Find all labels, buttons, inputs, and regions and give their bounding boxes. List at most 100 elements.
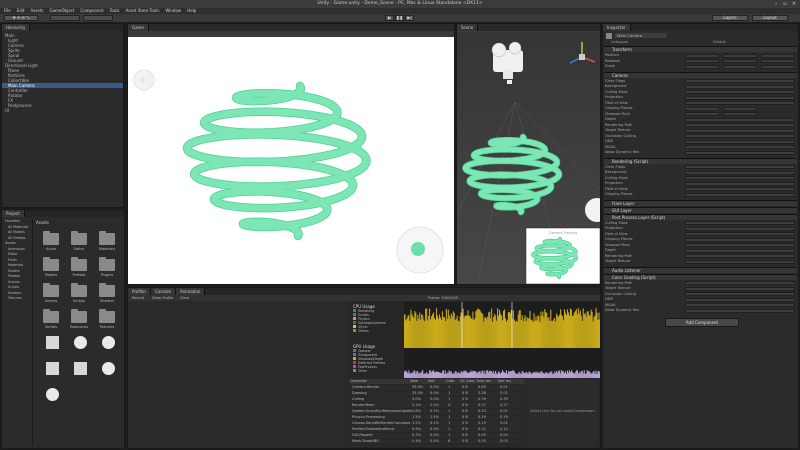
legend-swatch[interactable] [353, 325, 356, 328]
property-field[interactable] [723, 106, 757, 111]
document-icon[interactable] [46, 336, 59, 349]
property-field[interactable] [685, 170, 795, 175]
property-field[interactable] [685, 259, 795, 264]
tab-scene[interactable]: Scene [457, 24, 479, 31]
transform-tools[interactable]: ✥ ✛ ⟳ ⤡ [4, 15, 38, 21]
play-button[interactable]: ▶ [385, 15, 394, 21]
property-field[interactable] [685, 84, 795, 89]
tab-animation[interactable]: Animation [175, 288, 206, 295]
tab-hierarchy[interactable]: Hierarchy [2, 24, 31, 31]
folder-icon[interactable] [99, 231, 115, 245]
property-field[interactable] [685, 134, 795, 138]
component-header[interactable]: Transform [604, 46, 797, 52]
folder-icon[interactable] [99, 283, 115, 297]
layout-dropdown[interactable]: Layout [752, 15, 788, 21]
tab-profiler[interactable]: Profiler [128, 288, 152, 295]
folder-icon[interactable] [43, 309, 59, 323]
property-field[interactable] [685, 281, 795, 285]
project-tree-item[interactable]: Textures [4, 296, 32, 302]
step-button[interactable]: ▶| [405, 15, 414, 21]
property-field[interactable] [685, 187, 795, 191]
property-field[interactable] [685, 128, 795, 133]
maximize-icon[interactable]: ▫ [781, 1, 789, 7]
cpu-graph[interactable] [404, 302, 600, 348]
legend-swatch[interactable] [353, 329, 356, 332]
legend-swatch[interactable] [353, 357, 356, 360]
menu-item-component[interactable]: Component [80, 8, 103, 13]
property-field[interactable] [685, 59, 719, 63]
hierarchy-item[interactable]: UI [2, 108, 123, 113]
pause-button[interactable]: ❚❚ [395, 15, 404, 21]
property-field[interactable] [685, 248, 795, 253]
property-field[interactable] [761, 64, 795, 69]
component-header[interactable]: Camera [604, 71, 797, 78]
property-field[interactable] [685, 297, 795, 302]
component-header[interactable]: Flare Layer [604, 199, 797, 206]
layers-dropdown[interactable]: Layers [712, 15, 748, 21]
menu-item-gameobject[interactable]: GameObject [49, 8, 74, 13]
tag-field[interactable]: Untagged [611, 40, 628, 44]
column-header[interactable]: Self ms [498, 379, 520, 384]
property-field[interactable] [685, 237, 795, 242]
pivot-toggle[interactable] [50, 15, 80, 21]
folder-icon[interactable] [99, 309, 115, 323]
tab-inspector[interactable]: Inspector [603, 24, 631, 31]
column-header[interactable]: Self [428, 379, 446, 384]
legend-swatch[interactable] [353, 309, 356, 312]
global-toggle[interactable] [83, 15, 113, 21]
property-field[interactable] [685, 192, 795, 197]
tab-project[interactable]: Project [2, 210, 25, 217]
property-field[interactable] [685, 64, 719, 69]
menu-item-asset-store-tools[interactable]: Asset Store Tools [126, 8, 160, 13]
property-field[interactable] [723, 53, 757, 58]
folder-icon[interactable] [43, 283, 59, 297]
component-header[interactable]: Post Process Layer (Script) [604, 213, 797, 220]
unity-asset-icon[interactable] [46, 388, 59, 401]
legend-swatch[interactable] [353, 369, 356, 372]
table-row[interactable]: Mesh.DrawVBO 0.4% 0.4% 8 0 B 0.05 0.05 [350, 439, 525, 445]
property-field[interactable] [761, 53, 795, 58]
property-field[interactable] [685, 165, 795, 169]
property-field[interactable] [685, 79, 795, 83]
legend-swatch[interactable] [353, 361, 356, 364]
folder-icon[interactable] [43, 257, 59, 271]
tab-game[interactable]: Game [128, 24, 149, 31]
component-header[interactable]: GUI Layer [604, 206, 797, 213]
legend-swatch[interactable] [353, 353, 356, 356]
menu-item-window[interactable]: Window [165, 8, 181, 13]
folder-icon[interactable] [99, 257, 115, 271]
property-field[interactable] [685, 226, 795, 231]
property-field[interactable] [685, 101, 795, 105]
column-header[interactable]: Overview [350, 379, 410, 384]
tab-console[interactable]: Console [151, 288, 176, 295]
property-field[interactable] [685, 123, 795, 127]
component-header[interactable]: Color Grading (Script) [604, 273, 797, 280]
column-header[interactable]: Calls [446, 379, 460, 384]
close-icon[interactable]: × [790, 1, 798, 7]
menu-item-help[interactable]: Help [187, 8, 196, 13]
property-field[interactable] [685, 90, 795, 94]
folder-icon[interactable] [43, 231, 59, 245]
gpu-graph[interactable] [404, 348, 600, 378]
property-field[interactable] [685, 181, 795, 186]
add-component-button[interactable]: Add Component [665, 317, 739, 327]
legend-swatch[interactable] [353, 317, 356, 320]
property-field[interactable] [685, 303, 795, 307]
property-field[interactable] [685, 221, 795, 225]
property-field[interactable] [685, 243, 795, 247]
column-header[interactable]: GC Alloc [460, 379, 476, 384]
legend-swatch[interactable] [353, 365, 356, 368]
property-field[interactable] [761, 59, 795, 63]
folder-icon[interactable] [71, 309, 87, 323]
legend-swatch[interactable] [353, 321, 356, 324]
legend-swatch[interactable] [353, 313, 356, 316]
folder-icon[interactable] [71, 257, 87, 271]
property-field[interactable] [723, 112, 757, 116]
property-field[interactable] [685, 150, 795, 155]
column-header[interactable]: Time ms [476, 379, 498, 384]
property-field[interactable] [685, 53, 719, 58]
unity-asset-icon[interactable] [74, 336, 87, 349]
property-field[interactable] [685, 139, 795, 144]
document-icon[interactable] [46, 362, 59, 375]
column-header[interactable]: Total [410, 379, 428, 384]
